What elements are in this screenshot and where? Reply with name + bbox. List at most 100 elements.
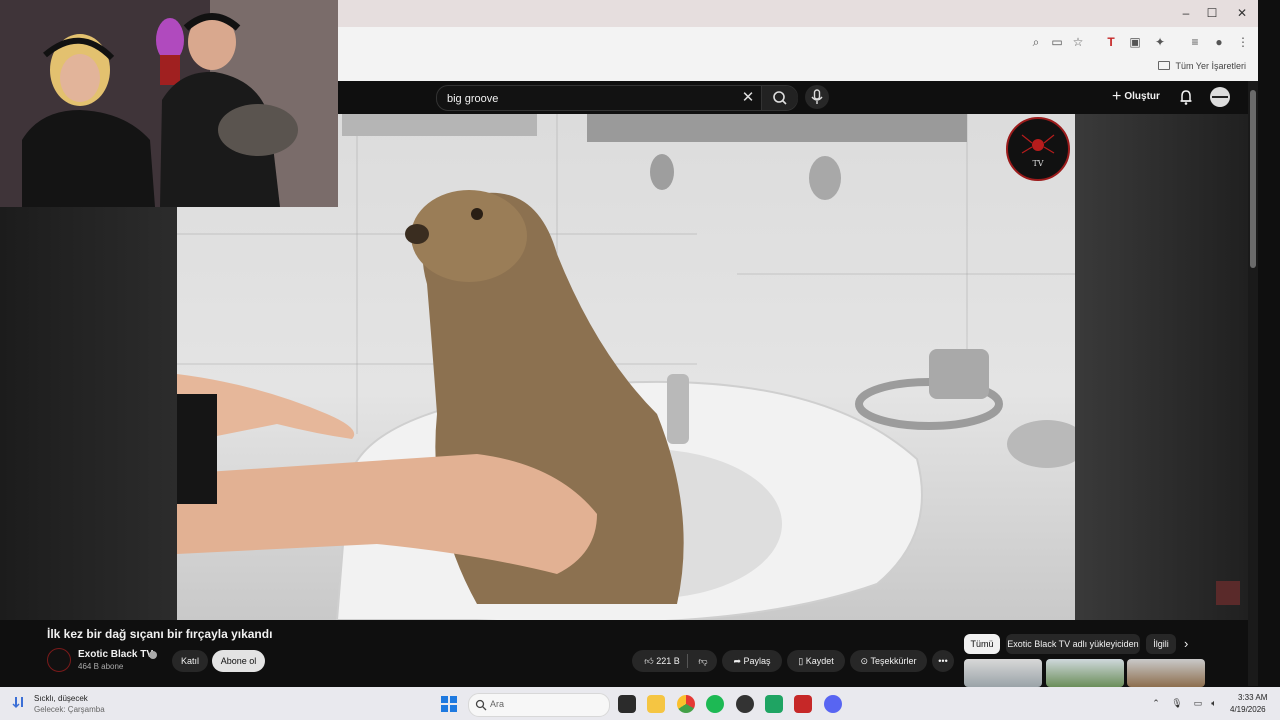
network-icon[interactable]: ▭ xyxy=(1192,697,1204,709)
taskbar-search[interactable]: Ara xyxy=(468,693,610,717)
tray-overflow-icon[interactable]: ⌃ xyxy=(1150,697,1162,709)
suggested-video-thumbnail[interactable] xyxy=(964,659,1042,687)
bookmarks-bar xyxy=(338,57,1258,82)
create-button[interactable]: + Oluştur xyxy=(1112,88,1160,106)
share-label: Paylaş xyxy=(743,656,771,666)
like-divider xyxy=(687,654,688,668)
spotify-icon[interactable] xyxy=(706,695,724,713)
wall-hook xyxy=(650,154,674,190)
share-icon: ➦ xyxy=(733,656,741,666)
dislike-button[interactable]: 👎︎ xyxy=(692,650,714,672)
plus-icon: + xyxy=(1112,88,1122,105)
microphone-tray-icon[interactable]: 🎙︎ xyxy=(1171,697,1183,709)
media-icon[interactable]: ≡ xyxy=(1186,33,1204,51)
chevron-right-icon[interactable]: › xyxy=(1184,637,1198,651)
task-view-icon[interactable] xyxy=(618,695,636,713)
channel-name[interactable]: Exotic Black TV xyxy=(78,649,153,660)
all-bookmarks-link[interactable]: Tüm Yer İşaretleri xyxy=(1158,61,1246,71)
maximize-button[interactable]: ☐ xyxy=(1200,4,1224,22)
weather-icon[interactable] xyxy=(12,695,26,709)
clear-search-button[interactable]: ✕ xyxy=(739,88,757,108)
channel-watermark-logo[interactable]: TV xyxy=(1006,117,1070,181)
voice-search-button[interactable] xyxy=(805,85,829,109)
volume-icon[interactable]: 🔈︎ xyxy=(1208,697,1220,709)
like-button[interactable]: 👍︎ 221 B xyxy=(638,650,686,672)
more-actions-button[interactable]: ••• xyxy=(932,650,954,672)
scrollbar-thumb[interactable] xyxy=(1250,90,1256,268)
browser-title-bar xyxy=(338,0,1258,27)
chrome-icon[interactable] xyxy=(677,695,695,713)
marmot-eye xyxy=(471,208,483,220)
microphone-icon xyxy=(811,89,823,104)
like-dislike-group: 👍︎ 221 B 👎︎ xyxy=(632,650,717,672)
spider-icon xyxy=(1021,134,1055,154)
subscriber-count: 464 B abone xyxy=(78,662,124,671)
puzzle-icon[interactable]: ✦ xyxy=(1151,33,1169,51)
mirror xyxy=(587,114,967,142)
search-button[interactable] xyxy=(761,86,798,110)
create-label: Oluştur xyxy=(1124,91,1160,102)
subscribe-button[interactable]: Abone ol xyxy=(212,650,265,672)
profile-icon[interactable]: ● xyxy=(1210,33,1228,51)
chip-uploader[interactable]: Exotic Black TV adlı yükleyiciden xyxy=(1006,634,1140,654)
soap-holder-mount xyxy=(929,349,989,399)
marmot-nose xyxy=(405,224,429,244)
share-button[interactable]: ➦ Paylaş xyxy=(722,650,782,672)
all-bookmarks-label: Tüm Yer İşaretleri xyxy=(1175,61,1246,71)
person-left-face xyxy=(60,54,100,102)
search-icon xyxy=(475,699,487,711)
thanks-label: Teşekkürler xyxy=(870,656,917,666)
file-explorer-icon[interactable] xyxy=(647,695,665,713)
end-screen-thumbnail[interactable] xyxy=(1216,581,1240,605)
minimize-button[interactable]: – xyxy=(1174,4,1198,22)
discord-icon[interactable] xyxy=(824,695,842,713)
windows-taskbar xyxy=(0,687,1280,720)
clock-time[interactable]: 3:33 AM xyxy=(1238,693,1267,702)
bell-icon xyxy=(1180,90,1192,105)
shelf xyxy=(342,114,537,136)
clock-date[interactable]: 4/19/2026 xyxy=(1230,705,1266,714)
menu-dots-icon[interactable]: ⋮ xyxy=(1234,33,1252,51)
notifications-button[interactable] xyxy=(1177,88,1195,106)
player-left-blur xyxy=(0,207,177,620)
watermark-text: TV xyxy=(1032,159,1044,168)
soap-dish xyxy=(1007,420,1075,468)
thanks-button[interactable]: ⊙ Teşekkürler xyxy=(850,650,927,672)
suggested-video-thumbnail[interactable] xyxy=(1046,659,1124,687)
video-title: İlk kez bir dağ sıçanı bir fırçayla yıka… xyxy=(47,627,273,641)
extension-gray-icon[interactable]: ▣ xyxy=(1126,33,1144,51)
thanks-icon: ⊙ xyxy=(860,656,869,666)
extension-red-icon[interactable]: T xyxy=(1102,33,1120,51)
thumbs-up-icon: 👍︎ xyxy=(644,656,654,666)
cat xyxy=(218,104,298,156)
save-button[interactable]: ▯ Kaydet xyxy=(787,650,845,672)
obs-icon[interactable] xyxy=(736,695,754,713)
chip-related[interactable]: İlgili xyxy=(1146,634,1176,654)
close-window-button[interactable]: ✕ xyxy=(1230,4,1254,22)
like-count: 221 B xyxy=(656,656,680,666)
app-red-icon[interactable] xyxy=(794,695,812,713)
search-icon xyxy=(773,91,787,105)
zoom-icon[interactable]: ⌕ xyxy=(1027,33,1045,51)
suggested-video-thumbnail[interactable] xyxy=(1127,659,1205,687)
wall-hook xyxy=(809,156,841,200)
verified-icon xyxy=(149,651,157,659)
android-icon[interactable] xyxy=(765,695,783,713)
search-box: ✕ xyxy=(436,85,798,111)
cast-icon[interactable]: ▭ xyxy=(1048,33,1066,51)
browser-toolbar xyxy=(338,27,1258,57)
search-input[interactable] xyxy=(445,90,729,108)
taskbar-search-placeholder: Ara xyxy=(490,699,505,709)
sleeve xyxy=(177,394,217,504)
channel-avatar[interactable] xyxy=(47,648,71,672)
avatar[interactable] xyxy=(1210,87,1230,107)
webcam-overlay xyxy=(0,0,338,207)
weather-summary: Sıcklı, düşecek xyxy=(34,694,88,703)
lamp-base xyxy=(160,55,180,85)
player-right-blur xyxy=(1075,114,1248,620)
chip-all[interactable]: Tümü xyxy=(964,634,1000,654)
join-button[interactable]: Katıl xyxy=(172,650,208,672)
star-icon[interactable]: ☆ xyxy=(1069,33,1087,51)
folder-icon xyxy=(1158,61,1171,70)
windows-start-icon[interactable] xyxy=(441,696,457,712)
